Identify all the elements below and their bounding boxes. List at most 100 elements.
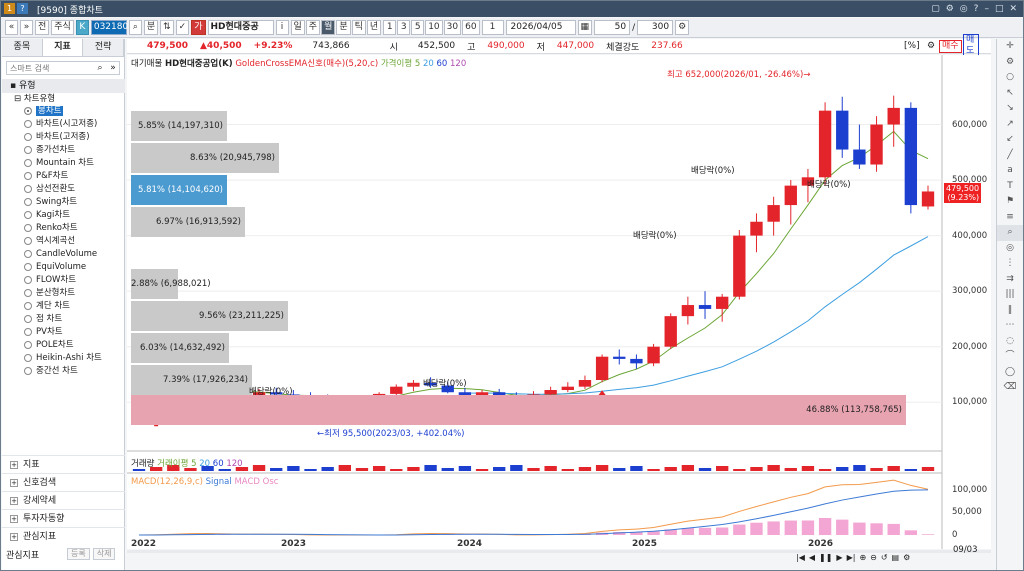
market-stock-button[interactable]: 주식 (51, 20, 74, 35)
settings-icon[interactable]: ⚙ (997, 55, 1023, 71)
chart-type-14[interactable]: 분산형차트 (2, 287, 125, 300)
chart-type-16[interactable]: 점 차트 (2, 313, 125, 326)
ellipse-icon[interactable]: ◯ (997, 365, 1023, 381)
line-tool-icon[interactable]: ↘ (997, 101, 1023, 117)
chart-type-19[interactable]: Heikin-Ashi 차트 (2, 352, 125, 365)
interval-60[interactable]: 60 (462, 20, 480, 35)
expand-icon[interactable]: + (10, 497, 18, 505)
trend-icon[interactable]: ↗ (997, 117, 1023, 133)
next-icon[interactable]: ▶ (836, 553, 842, 562)
restore-icon[interactable]: ▢ (931, 3, 940, 15)
tab-stock[interactable]: 종목 (2, 39, 43, 56)
chart-type-8[interactable]: Kagi차트 (2, 209, 125, 222)
settings-icon[interactable]: ⚙ (927, 41, 935, 51)
chart-type-18[interactable]: POLE차트 (2, 339, 125, 352)
cross-icon[interactable]: ✛ (997, 39, 1023, 55)
expand-icon[interactable]: + (10, 515, 18, 523)
radio-icon[interactable] (24, 289, 32, 297)
snapshot-icon[interactable]: ◎ (960, 3, 968, 15)
stock-name-field[interactable]: HD현대중공 (207, 20, 274, 35)
display-count-field[interactable]: 50 (594, 20, 631, 35)
fav-add-button[interactable]: 등록 (67, 548, 90, 560)
radio-icon[interactable] (24, 159, 32, 167)
count-select[interactable]: 1 (481, 20, 504, 35)
stock-code-input[interactable]: 032180 (90, 20, 128, 35)
fav-delete-button[interactable]: 삭제 (92, 548, 116, 560)
updown-icon[interactable]: ⇅ (160, 20, 174, 35)
radio-icon[interactable] (24, 198, 32, 206)
reset-icon[interactable]: ↺ (881, 553, 888, 562)
draw-line-icon[interactable]: ╱ (997, 148, 1023, 164)
lines-icon[interactable]: ≡ (997, 210, 1023, 226)
interval-10[interactable]: 10 (425, 20, 443, 35)
chart-type-5[interactable]: P&F차트 (2, 170, 125, 183)
chart-type-1[interactable]: 바차트(시고저종) (2, 118, 125, 131)
max-bars-field[interactable]: 300 (637, 20, 674, 35)
interval-5[interactable]: 5 (411, 20, 425, 35)
expand-icon[interactable]: + (10, 533, 18, 541)
interval-1[interactable]: 1 (383, 20, 397, 35)
interval-30[interactable]: 30 (443, 20, 462, 35)
radio-icon[interactable] (24, 185, 32, 193)
radio-icon[interactable] (24, 211, 32, 219)
nav-next-button[interactable]: » (20, 20, 33, 35)
expand-icon[interactable]: » (107, 63, 119, 73)
help-icon[interactable]: ? (17, 3, 28, 14)
period-year[interactable]: 년 (366, 20, 382, 35)
settings-icon[interactable]: ⚙ (675, 20, 690, 35)
zoom-in-icon[interactable]: ⊕ (859, 553, 866, 562)
radio-icon[interactable] (24, 367, 32, 375)
section-1[interactable]: + 신호검색 (2, 473, 125, 491)
chart-type-15[interactable]: 계단 차트 (2, 300, 125, 313)
period-week[interactable]: 주 (305, 20, 321, 35)
options-icon[interactable]: ⚙ (946, 3, 954, 15)
section-3[interactable]: + 투자자동향 (2, 509, 125, 527)
tab-strategy[interactable]: 전략 (83, 39, 125, 56)
info-icon[interactable]: i (275, 20, 289, 35)
radio-icon[interactable] (24, 302, 32, 310)
radio-icon[interactable] (24, 146, 32, 154)
chart-type-10[interactable]: 역시계곡선 (2, 235, 125, 248)
chart-type-17[interactable]: PV차트 (2, 326, 125, 339)
grid-icon[interactable]: ⋮ (997, 256, 1023, 272)
prev-stock-button[interactable]: 분 (143, 20, 159, 35)
period-day[interactable]: 일 (290, 20, 305, 35)
layout-icon[interactable]: ▤ (892, 553, 900, 562)
search-input[interactable] (7, 62, 93, 74)
help-icon[interactable]: ? (974, 3, 979, 15)
zoom-out-icon[interactable]: ⊖ (870, 553, 877, 562)
chart-type-9[interactable]: Renko차트 (2, 222, 125, 235)
magnet-icon[interactable]: ◎ (997, 241, 1023, 257)
expand-icon[interactable]: + (10, 461, 18, 469)
period-tick[interactable]: 틱 (351, 20, 366, 35)
fan-icon[interactable]: ◌ (997, 334, 1023, 350)
chart-type-7[interactable]: Swing차트 (2, 196, 125, 209)
chart-type-4[interactable]: Mountain 차트 (2, 157, 125, 170)
check-icon[interactable]: ✓ (175, 20, 190, 35)
ratio-button[interactable]: [%] (904, 41, 920, 51)
date-field[interactable]: 2026/04/05 (505, 20, 576, 35)
calendar-icon[interactable]: ▦ (577, 20, 593, 35)
arrow-icon[interactable]: ↙ (997, 132, 1023, 148)
section-4[interactable]: + 관심지표 (2, 527, 125, 545)
arc-icon[interactable]: ⌒ (997, 349, 1023, 365)
radio-icon[interactable] (24, 341, 32, 349)
columns-icon[interactable]: ‖ (997, 303, 1023, 319)
auto-icon[interactable]: a (997, 163, 1023, 179)
radio-icon[interactable] (24, 315, 32, 323)
search-icon[interactable]: ⌕ (93, 63, 107, 73)
chart-type-3[interactable]: 종가선차트 (2, 144, 125, 157)
radio-icon[interactable] (24, 276, 32, 284)
bars-icon[interactable]: ||| (997, 287, 1023, 303)
chart-type-12[interactable]: EquiVolume (2, 261, 125, 274)
nav-prev-button[interactable]: « (5, 20, 18, 35)
chart-type-2[interactable]: 바차트(고저종) (2, 131, 125, 144)
channel-icon[interactable]: ⇉ (997, 272, 1023, 288)
fib-icon[interactable]: ⚑ (997, 194, 1023, 210)
period-minute[interactable]: 분 (336, 20, 351, 35)
pause-icon[interactable]: ❚❚ (819, 553, 832, 562)
chart-type-20[interactable]: 중간선 차트 (2, 365, 125, 378)
radio-icon[interactable] (24, 172, 32, 180)
tree-header[interactable]: ▪ 유형 (2, 79, 125, 93)
eraser-icon[interactable]: ⌫ (997, 380, 1023, 396)
